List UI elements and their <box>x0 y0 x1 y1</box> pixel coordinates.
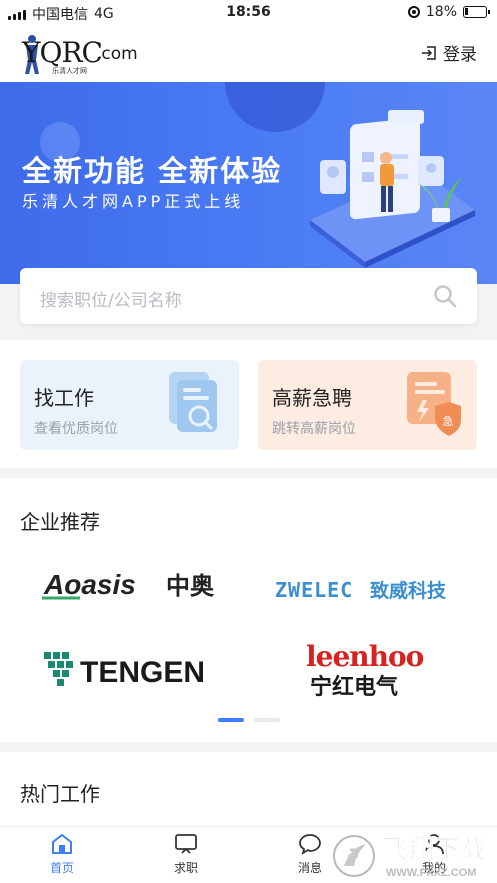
login-label: 登录 <box>443 45 477 65</box>
leenhoo-logo-cn: 宁红电气 <box>310 674 398 700</box>
aoasis-logo: Aoasis 中奥 <box>42 569 215 600</box>
company-recommend-section: 企业推荐 Aoasis 中奥 ZWELEC 致威科技 TENGEN leenho <box>0 478 497 742</box>
company-logo-aoasis[interactable]: Aoasis 中奥 <box>40 564 230 604</box>
watermark-url: WWW.FXXZ.COM <box>386 867 476 879</box>
battery-percent: 18% <box>425 4 457 20</box>
job-seek-icon <box>175 834 197 854</box>
zwelec-logo: ZWELEC 致威科技 <box>274 578 447 602</box>
company-logo-tengen[interactable]: TENGEN <box>42 646 232 690</box>
company-section-title: 企业推荐 <box>20 510 100 534</box>
search-icon[interactable] <box>433 284 457 308</box>
job-search-icon <box>169 372 217 432</box>
logo-domain: .com <box>96 44 138 64</box>
message-icon <box>299 834 321 855</box>
leenhoo-logo-latin: leenhoo <box>306 640 424 673</box>
tab-job-seek[interactable]: 求职 <box>146 833 226 876</box>
watermark-text: 飞翔下载 <box>382 835 486 865</box>
logo-mark: YQRC <box>22 36 103 69</box>
promo-banner[interactable]: 全新功能 全新体验 乐清人才网APP正式上线 <box>0 82 497 284</box>
tab-messages-label: 消息 <box>297 861 322 875</box>
leenhoo-logo: leenhoo 宁红电气 <box>306 640 425 700</box>
aoasis-logo-latin: Aoasis <box>43 569 136 600</box>
urgent-hire-card[interactable]: 高薪急聘 跳转高薪岗位 急 <box>258 360 477 450</box>
login-button[interactable]: 登录 <box>421 40 477 65</box>
banner-illustration <box>310 110 475 268</box>
carousel-dot-active[interactable] <box>218 718 244 722</box>
battery-icon <box>463 6 490 18</box>
find-job-title: 找工作 <box>34 386 94 410</box>
carousel-indicator <box>218 718 280 722</box>
company-logo-zwelec[interactable]: ZWELEC 致威科技 <box>272 572 462 606</box>
find-job-card[interactable]: 找工作 查看优质岗位 <box>20 360 239 450</box>
find-job-subtitle: 查看优质岗位 <box>34 421 118 437</box>
tab-home-label: 首页 <box>49 861 74 875</box>
rotation-lock-icon <box>407 6 420 18</box>
watermark-graphic: 飞翔下载 WWW.FXXZ.COM <box>332 834 486 879</box>
search-placeholder: 搜索职位/公司名称 <box>40 291 182 311</box>
urgent-badge-text: 急 <box>443 414 454 428</box>
aoasis-logo-cn: 中奥 <box>166 572 215 600</box>
zwelec-logo-latin: ZWELEC <box>275 578 353 602</box>
carousel-dot[interactable] <box>254 718 280 722</box>
urgent-hire-title: 高薪急聘 <box>272 386 352 410</box>
banner-title: 全新功能 全新体验 <box>22 154 283 188</box>
status-bar: 中国电信 4G 18:56 18% <box>0 0 497 26</box>
home-icon <box>52 834 72 854</box>
quick-entries: 找工作 查看优质岗位 高薪急聘 跳转高薪岗位 急 <box>0 340 497 468</box>
site-watermark: 飞翔下载 WWW.FXXZ.COM <box>330 826 490 883</box>
tab-home[interactable]: 首页 <box>22 833 102 876</box>
login-icon <box>422 45 436 60</box>
company-logo-leenhoo[interactable]: leenhoo 宁红电气 <box>304 638 434 700</box>
urgent-hire-icon: 急 <box>407 372 461 436</box>
tengen-logo: TENGEN <box>44 652 205 689</box>
hot-jobs-section: 热门工作 <box>0 752 497 832</box>
tengen-logo-latin: TENGEN <box>80 656 205 689</box>
app-header: YQRC .com 乐清人才网 登录 <box>0 26 497 82</box>
tab-job-seek-label: 求职 <box>173 861 198 875</box>
urgent-hire-subtitle: 跳转高薪岗位 <box>272 421 356 437</box>
logo-subtitle: 乐清人才网 <box>52 67 87 75</box>
hot-jobs-title: 热门工作 <box>20 782 100 806</box>
banner-subtitle: 乐清人才网APP正式上线 <box>22 192 245 211</box>
site-logo[interactable]: YQRC .com 乐清人才网 <box>18 32 148 76</box>
search-bar[interactable]: 搜索职位/公司名称 <box>20 268 477 324</box>
zwelec-logo-cn: 致威科技 <box>370 579 447 602</box>
